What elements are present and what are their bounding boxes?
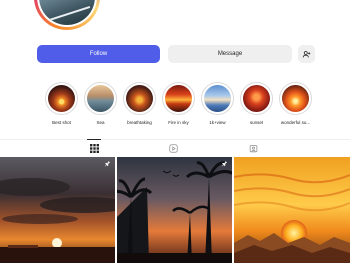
post-thumbnail[interactable] (117, 157, 232, 263)
pinned-icon (221, 160, 228, 167)
highlight-label: Fire in sky (168, 120, 189, 125)
avatar-ring-inner (37, 0, 97, 27)
follow-button[interactable]: Follow (37, 45, 160, 63)
pinned-icon (104, 160, 111, 167)
highlight-ring (84, 82, 117, 115)
highlight-wonderful-sunset[interactable]: wonderful su... (276, 82, 315, 125)
post-thumbnail[interactable] (234, 157, 350, 263)
highlight-cover (204, 85, 231, 112)
post-image (0, 157, 115, 263)
highlight-cover (282, 85, 309, 112)
highlight-label: breathtaking (127, 120, 152, 125)
grid-icon (89, 144, 99, 153)
highlight-sunset[interactable]: sunset (237, 82, 276, 125)
suggest-users-button[interactable] (298, 45, 315, 63)
profile-tabs (0, 139, 350, 157)
highlight-label: Best shot (52, 120, 71, 125)
avatar-image (39, 0, 95, 25)
profile-avatar[interactable] (34, 0, 100, 30)
post-image (117, 157, 232, 263)
message-button[interactable]: Message (168, 45, 292, 63)
highlight-ring (240, 82, 273, 115)
highlight-ring (201, 82, 234, 115)
highlight-cover (87, 85, 114, 112)
profile-actions: Follow Message (37, 45, 315, 63)
highlight-ring (123, 82, 156, 115)
tagged-icon (249, 145, 257, 153)
highlight-cover (165, 85, 192, 112)
highlight-cover (126, 85, 153, 112)
highlight-label: sunset (249, 120, 264, 125)
highlight-1k-view[interactable]: 1k+view (198, 82, 237, 125)
highlight-label: 1k+view (209, 120, 226, 125)
tab-posts[interactable] (87, 139, 101, 153)
highlight-cover (48, 85, 75, 112)
highlight-best-shot[interactable]: Best shot (42, 82, 81, 125)
highlight-breathtaking[interactable]: breathtaking (120, 82, 159, 125)
tab-reels[interactable] (166, 144, 180, 154)
highlight-fire-in-sky[interactable]: Fire in sky (159, 82, 198, 125)
highlight-ring (162, 82, 195, 115)
highlight-ring (45, 82, 78, 115)
reels-icon (168, 144, 178, 153)
post-thumbnail[interactable] (0, 157, 115, 263)
posts-grid (0, 157, 350, 263)
highlight-label: wonderful su... (280, 120, 311, 125)
highlight-sea[interactable]: Sea (81, 82, 120, 125)
add-user-icon (302, 50, 311, 58)
story-highlights: Best shot Sea breathtaking Fire in sky 1… (42, 82, 315, 125)
tab-tagged[interactable] (246, 144, 260, 154)
post-image (234, 157, 350, 263)
highlight-cover (243, 85, 270, 112)
highlight-ring (279, 82, 312, 115)
highlight-label: Sea (96, 120, 105, 125)
